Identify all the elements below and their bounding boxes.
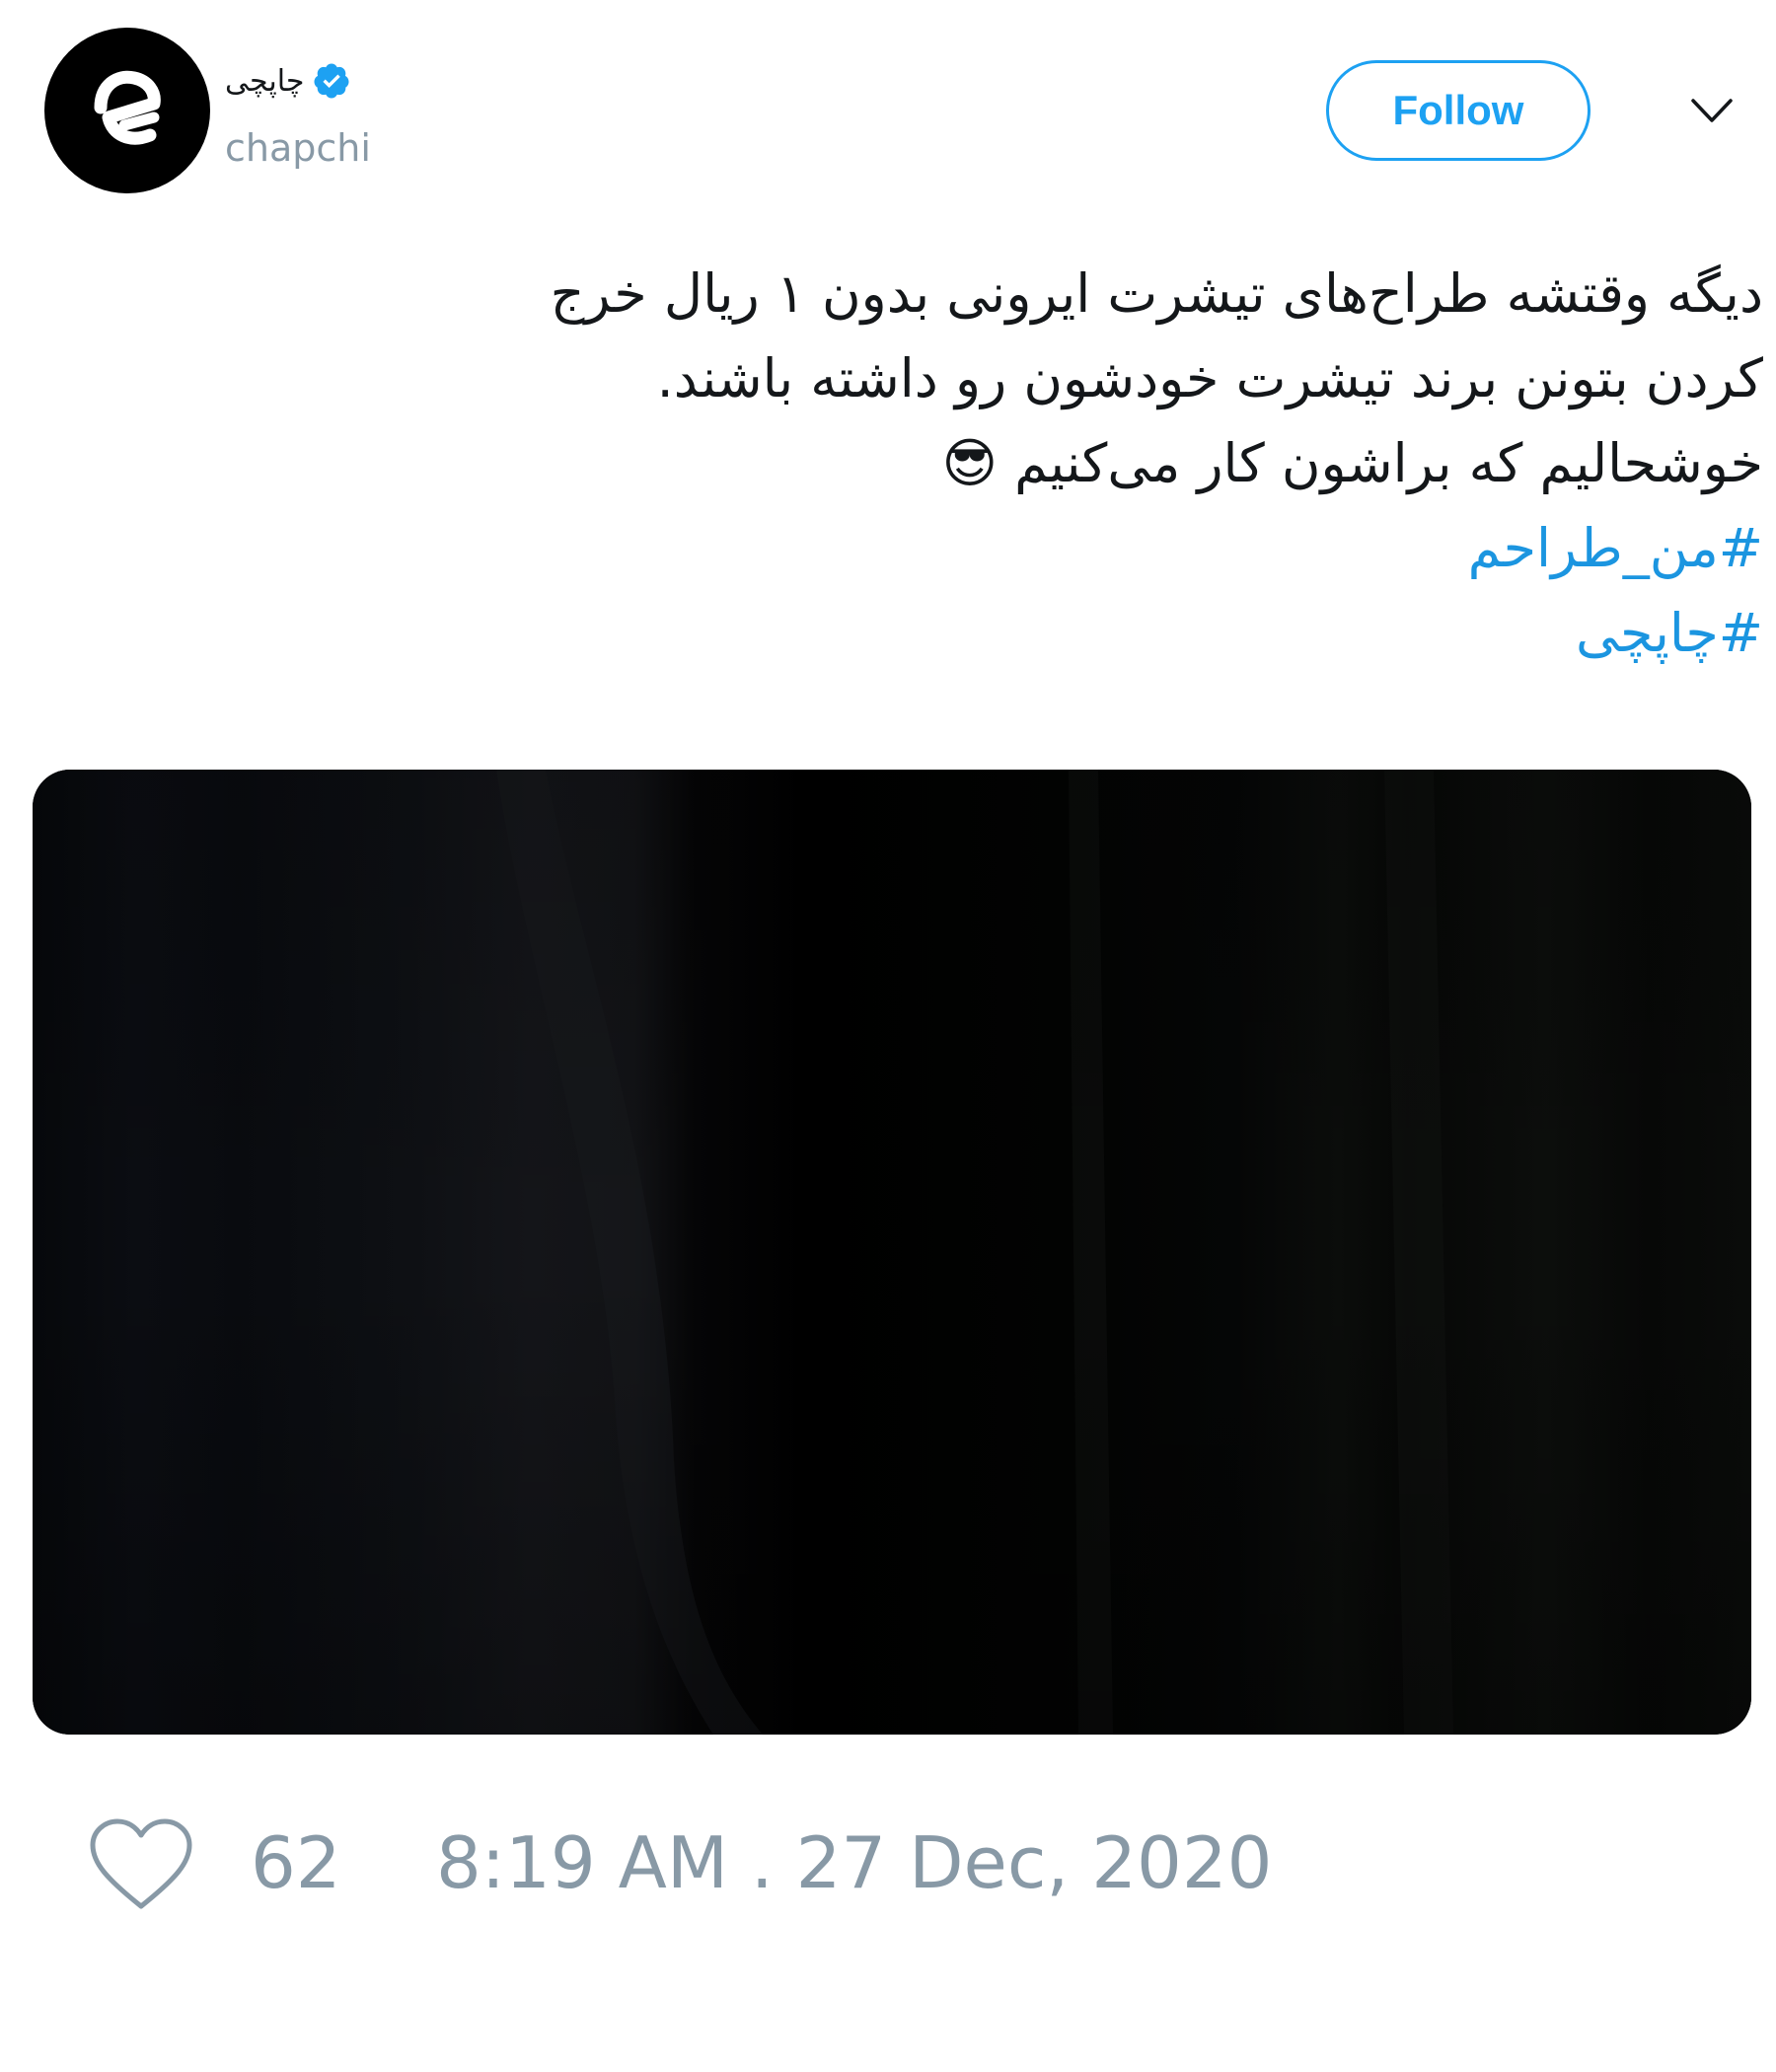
heart-icon[interactable]: [87, 1815, 195, 1914]
hashtag-link[interactable]: #چاپچی: [185, 591, 1763, 676]
media-photo: [33, 770, 1751, 1735]
author-handle[interactable]: chapchi: [225, 126, 371, 170]
tweet-text-line: دیگه وقتشه طراح‌های تیشرت ایرونی بدون ۱ …: [550, 262, 1763, 325]
tweet-text-line: کردن بتونن برند تیشرت خودشون رو داشته با…: [656, 347, 1763, 409]
tweet-media-image[interactable]: [33, 770, 1751, 1735]
tweet-text: دیگه وقتشه طراح‌های تیشرت ایرونی بدون ۱ …: [185, 252, 1763, 676]
hashtag-link[interactable]: #من_طراحم: [185, 506, 1763, 591]
like-count: 62: [251, 1821, 341, 1904]
verified-badge-icon: [314, 63, 349, 99]
tweet-text-line: خوشحالیم که براشون کار می‌کنیم 😎: [941, 432, 1763, 494]
follow-button[interactable]: Follow: [1326, 60, 1591, 161]
avatar[interactable]: [44, 28, 210, 193]
chevron-down-icon[interactable]: [1689, 91, 1735, 130]
chapchi-logo-icon: [94, 70, 161, 145]
tweet-timestamp[interactable]: 8:19 AM . 27 Dec, 2020: [436, 1818, 1272, 1907]
tweet-card: چاپچی chapchi Follow دیگه وقتشه طراح‌های…: [0, 0, 1776, 2072]
author-name-row[interactable]: چاپچی: [225, 59, 351, 103]
display-name[interactable]: چاپچی: [225, 64, 304, 99]
